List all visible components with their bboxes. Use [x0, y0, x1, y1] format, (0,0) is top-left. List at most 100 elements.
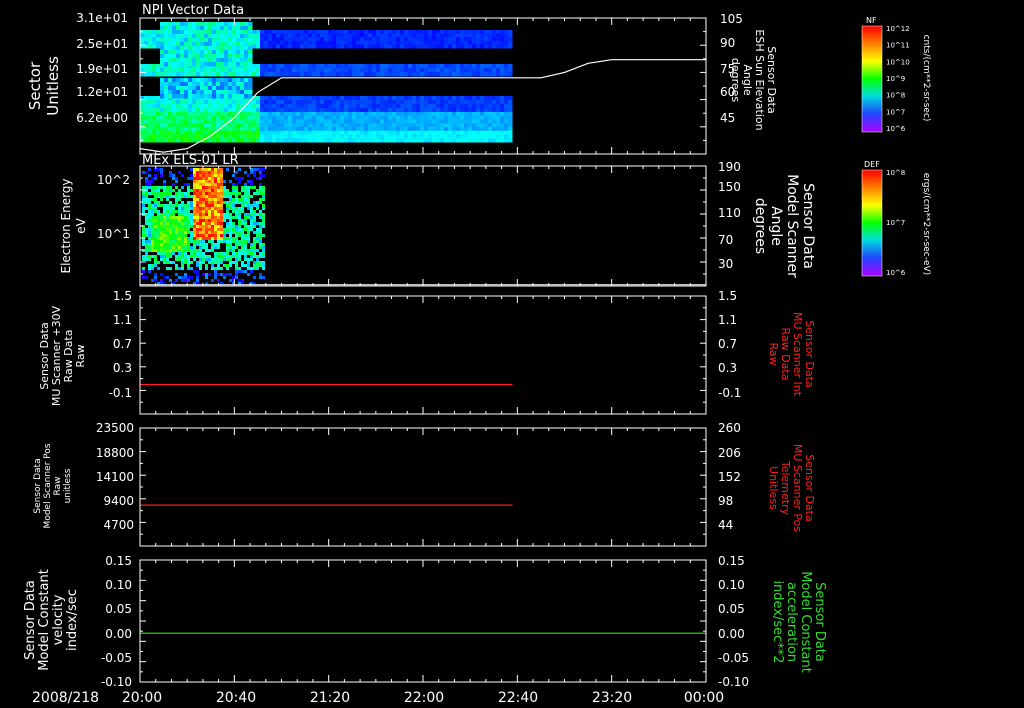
npi-heat-cell	[340, 134, 345, 139]
npi-heat-cell	[220, 38, 225, 43]
els-heat-cell	[232, 255, 235, 258]
els-heat-cell	[235, 213, 238, 216]
npi-heat-cell	[420, 30, 425, 35]
npi-heat-cell	[232, 58, 237, 63]
els-heat-cell	[205, 264, 208, 267]
npi-heat-cell	[256, 104, 261, 109]
els-heat-cell	[193, 201, 196, 204]
npi-heat-cell	[292, 96, 297, 101]
npi-heat-cell	[400, 127, 405, 132]
els-heat-cell	[190, 219, 193, 222]
els-heat-cell	[148, 231, 151, 234]
npi-heat-cell	[240, 90, 245, 95]
els-heat-cell	[163, 192, 166, 195]
npi-heat-cell	[240, 86, 245, 91]
els-heat-cell	[142, 255, 145, 258]
npi-heat-cell	[472, 100, 477, 105]
npi-heat-cell	[140, 112, 145, 117]
els-heat-cell	[154, 174, 157, 177]
els-heat-cell	[145, 276, 148, 279]
npi-heat-cell	[308, 40, 313, 45]
npi-heat-cell	[336, 127, 341, 132]
npi-heat-cell	[492, 37, 497, 42]
npi-heat-cell	[460, 138, 465, 143]
els-heat-cell	[226, 273, 229, 276]
npi-heat-cell	[396, 119, 401, 124]
els-heat-cell	[202, 225, 205, 228]
npi-heat-cell	[468, 44, 473, 49]
npi-heat-cell	[480, 127, 485, 132]
npi-heat-cell	[328, 115, 333, 120]
els-heat-cell	[166, 195, 169, 198]
els-heat-cell	[154, 237, 157, 240]
npi-heat-cell	[180, 30, 185, 35]
npi-heat-cell	[408, 33, 413, 38]
npi-heat-cell	[200, 26, 205, 31]
els-heat-cell	[250, 183, 253, 186]
npi-heat-cell	[296, 112, 301, 117]
npi-heat-cell	[364, 44, 369, 49]
npi-heat-cell	[476, 33, 481, 38]
npi-heat-cell	[500, 33, 505, 38]
npi-heat-cell	[148, 115, 153, 120]
els-heat-cell	[256, 231, 259, 234]
els-heat-cell	[181, 240, 184, 243]
npi-heat-cell	[332, 123, 337, 128]
npi-yticklabel-left: 1.9e+01	[76, 62, 128, 76]
npi-heat-cell	[184, 22, 189, 27]
els-heat-cell	[202, 231, 205, 234]
npi-heat-cell	[496, 112, 501, 117]
pos-yticklabel-right: 152	[718, 470, 741, 484]
els-heat-cell	[196, 207, 199, 210]
date-label: 2008/218	[32, 690, 99, 706]
els-heat-cell	[226, 168, 229, 171]
npi-heat-cell	[296, 72, 301, 77]
npi-heat-cell	[176, 90, 181, 95]
raw-ylabel-left-4: Raw	[74, 344, 87, 367]
npi-heat-cell	[148, 130, 153, 135]
npi-heat-cell	[164, 68, 169, 73]
els-heat-cell	[151, 192, 154, 195]
els-heat-cell	[223, 180, 226, 183]
npi-heat-cell	[420, 96, 425, 101]
els-heat-cell	[214, 270, 217, 273]
els-heat-cell	[214, 204, 217, 207]
els-heat-cell	[259, 276, 262, 279]
els-heat-cell	[148, 216, 151, 219]
npi-heat-cell	[348, 64, 353, 69]
els-heat-cell	[256, 204, 259, 207]
npi-heat-cell	[272, 33, 277, 38]
npi-heat-cell	[440, 104, 445, 109]
els-heat-cell	[163, 258, 166, 261]
els-heat-cell	[148, 255, 151, 258]
npi-heat-cell	[268, 30, 273, 35]
els-heat-cell	[235, 210, 238, 213]
els-heat-cell	[202, 174, 205, 177]
npi-heat-cell	[168, 134, 173, 139]
npi-heat-cell	[172, 22, 177, 27]
npi-heat-cell	[264, 115, 269, 120]
npi-heat-cell	[444, 64, 449, 69]
npi-heat-cell	[140, 127, 145, 132]
npi-heat-cell	[392, 44, 397, 49]
npi-heat-cell	[452, 123, 457, 128]
npi-heat-cell	[168, 94, 173, 99]
els-heat-cell	[160, 234, 163, 237]
npi-heat-cell	[280, 108, 285, 113]
els-heat-cell	[169, 201, 172, 204]
npi-heat-cell	[168, 78, 173, 83]
panel-scanner-raw-ticks	[139, 295, 707, 415]
els-heat-cell	[172, 219, 175, 222]
npi-heat-cell	[208, 112, 213, 117]
npi-heat-cell	[292, 138, 297, 143]
npi-heat-cell	[408, 119, 413, 124]
npi-heat-cell	[472, 104, 477, 109]
npi-heat-cell	[244, 50, 249, 55]
npi-heat-cell	[164, 78, 169, 83]
els-heat-cell	[190, 231, 193, 234]
npi-heat-cell	[320, 138, 325, 143]
npi-heat-cell	[312, 104, 317, 109]
els-heat-cell	[244, 255, 247, 258]
npi-heat-cell	[200, 119, 205, 124]
npi-heat-cell	[496, 119, 501, 124]
